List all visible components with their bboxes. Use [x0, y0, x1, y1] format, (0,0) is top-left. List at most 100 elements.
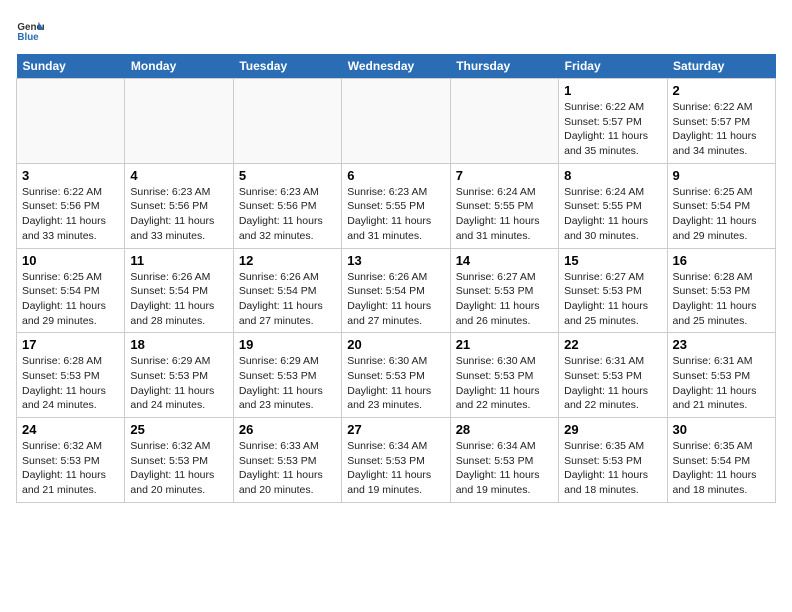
day-cell — [125, 79, 233, 164]
day-cell: 24 Sunrise: 6:32 AM Sunset: 5:53 PM Dayli… — [17, 418, 125, 503]
day-info: Sunrise: 6:22 AM Sunset: 5:57 PM Dayligh… — [564, 100, 661, 159]
day-info: Sunrise: 6:23 AM Sunset: 5:56 PM Dayligh… — [239, 185, 336, 244]
day-number: 3 — [22, 168, 119, 183]
week-row-3: 17 Sunrise: 6:28 AM Sunset: 5:53 PM Dayli… — [17, 333, 776, 418]
day-info: Sunrise: 6:24 AM Sunset: 5:55 PM Dayligh… — [564, 185, 661, 244]
day-number: 11 — [130, 253, 227, 268]
weekday-monday: Monday — [125, 54, 233, 79]
day-cell: 28 Sunrise: 6:34 AM Sunset: 5:53 PM Dayli… — [450, 418, 558, 503]
day-number: 4 — [130, 168, 227, 183]
day-cell: 10Sunrise: 6:25 AM Sunset: 5:54 PM Dayli… — [17, 248, 125, 333]
day-cell — [342, 79, 450, 164]
page-header: General Blue — [16, 16, 776, 44]
day-info: Sunrise: 6:22 AM Sunset: 5:56 PM Dayligh… — [22, 185, 119, 244]
day-info: Sunrise: 6:23 AM Sunset: 5:55 PM Dayligh… — [347, 185, 444, 244]
day-cell: 25 Sunrise: 6:32 AM Sunset: 5:53 PM Dayli… — [125, 418, 233, 503]
day-number: 26 — [239, 422, 336, 437]
day-cell: 30Sunrise: 6:35 AM Sunset: 5:54 PM Dayli… — [667, 418, 775, 503]
day-info: Sunrise: 6:27 AM Sunset: 5:53 PM Dayligh… — [456, 270, 553, 329]
day-number: 2 — [673, 83, 770, 98]
day-number: 23 — [673, 337, 770, 352]
day-cell: 8 Sunrise: 6:24 AM Sunset: 5:55 PM Daylig… — [559, 163, 667, 248]
day-cell: 11 Sunrise: 6:26 AM Sunset: 5:54 PM Dayli… — [125, 248, 233, 333]
day-cell: 13 Sunrise: 6:26 AM Sunset: 5:54 PM Dayli… — [342, 248, 450, 333]
day-cell: 22Sunrise: 6:31 AM Sunset: 5:53 PM Dayli… — [559, 333, 667, 418]
day-info: Sunrise: 6:27 AM Sunset: 5:53 PM Dayligh… — [564, 270, 661, 329]
day-info: Sunrise: 6:29 AM Sunset: 5:53 PM Dayligh… — [239, 354, 336, 413]
day-info: Sunrise: 6:26 AM Sunset: 5:54 PM Dayligh… — [347, 270, 444, 329]
day-cell: 27 Sunrise: 6:34 AM Sunset: 5:53 PM Dayli… — [342, 418, 450, 503]
day-number: 7 — [456, 168, 553, 183]
weekday-tuesday: Tuesday — [233, 54, 341, 79]
day-cell: 21 Sunrise: 6:30 AM Sunset: 5:53 PM Dayli… — [450, 333, 558, 418]
day-cell: 14 Sunrise: 6:27 AM Sunset: 5:53 PM Dayli… — [450, 248, 558, 333]
day-info: Sunrise: 6:29 AM Sunset: 5:53 PM Dayligh… — [130, 354, 227, 413]
day-info: Sunrise: 6:32 AM Sunset: 5:53 PM Dayligh… — [130, 439, 227, 498]
day-number: 1 — [564, 83, 661, 98]
weekday-sunday: Sunday — [17, 54, 125, 79]
weekday-saturday: Saturday — [667, 54, 775, 79]
day-cell: 4 Sunrise: 6:23 AM Sunset: 5:56 PM Daylig… — [125, 163, 233, 248]
day-number: 16 — [673, 253, 770, 268]
day-number: 13 — [347, 253, 444, 268]
day-info: Sunrise: 6:31 AM Sunset: 5:53 PM Dayligh… — [673, 354, 770, 413]
day-cell — [17, 79, 125, 164]
week-row-0: 1 Sunrise: 6:22 AM Sunset: 5:57 PM Daylig… — [17, 79, 776, 164]
day-info: Sunrise: 6:25 AM Sunset: 5:54 PM Dayligh… — [673, 185, 770, 244]
day-info: Sunrise: 6:35 AM Sunset: 5:53 PM Dayligh… — [564, 439, 661, 498]
day-number: 20 — [347, 337, 444, 352]
day-cell: 6 Sunrise: 6:23 AM Sunset: 5:55 PM Daylig… — [342, 163, 450, 248]
day-info: Sunrise: 6:28 AM Sunset: 5:53 PM Dayligh… — [22, 354, 119, 413]
day-info: Sunrise: 6:22 AM Sunset: 5:57 PM Dayligh… — [673, 100, 770, 159]
day-number: 29 — [564, 422, 661, 437]
day-info: Sunrise: 6:31 AM Sunset: 5:53 PM Dayligh… — [564, 354, 661, 413]
day-info: Sunrise: 6:32 AM Sunset: 5:53 PM Dayligh… — [22, 439, 119, 498]
weekday-wednesday: Wednesday — [342, 54, 450, 79]
day-info: Sunrise: 6:30 AM Sunset: 5:53 PM Dayligh… — [456, 354, 553, 413]
day-number: 17 — [22, 337, 119, 352]
day-number: 19 — [239, 337, 336, 352]
day-cell: 1 Sunrise: 6:22 AM Sunset: 5:57 PM Daylig… — [559, 79, 667, 164]
day-cell: 29 Sunrise: 6:35 AM Sunset: 5:53 PM Dayli… — [559, 418, 667, 503]
day-cell: 20 Sunrise: 6:30 AM Sunset: 5:53 PM Dayli… — [342, 333, 450, 418]
day-number: 27 — [347, 422, 444, 437]
day-info: Sunrise: 6:23 AM Sunset: 5:56 PM Dayligh… — [130, 185, 227, 244]
day-cell — [233, 79, 341, 164]
day-cell: 2 Sunrise: 6:22 AM Sunset: 5:57 PM Daylig… — [667, 79, 775, 164]
day-info: Sunrise: 6:25 AM Sunset: 5:54 PM Dayligh… — [22, 270, 119, 329]
day-number: 15 — [564, 253, 661, 268]
week-row-4: 24 Sunrise: 6:32 AM Sunset: 5:53 PM Dayli… — [17, 418, 776, 503]
day-number: 25 — [130, 422, 227, 437]
day-cell: 18Sunrise: 6:29 AM Sunset: 5:53 PM Dayli… — [125, 333, 233, 418]
day-cell: 3 Sunrise: 6:22 AM Sunset: 5:56 PM Daylig… — [17, 163, 125, 248]
day-cell: 5 Sunrise: 6:23 AM Sunset: 5:56 PM Daylig… — [233, 163, 341, 248]
day-cell: 9 Sunrise: 6:25 AM Sunset: 5:54 PM Daylig… — [667, 163, 775, 248]
day-number: 24 — [22, 422, 119, 437]
day-number: 30 — [673, 422, 770, 437]
logo: General Blue — [16, 16, 48, 44]
weekday-header: SundayMondayTuesdayWednesdayThursdayFrid… — [17, 54, 776, 79]
day-info: Sunrise: 6:26 AM Sunset: 5:54 PM Dayligh… — [239, 270, 336, 329]
day-number: 28 — [456, 422, 553, 437]
day-info: Sunrise: 6:33 AM Sunset: 5:53 PM Dayligh… — [239, 439, 336, 498]
day-cell: 12Sunrise: 6:26 AM Sunset: 5:54 PM Dayli… — [233, 248, 341, 333]
day-cell: 16 Sunrise: 6:28 AM Sunset: 5:53 PM Dayli… — [667, 248, 775, 333]
day-number: 14 — [456, 253, 553, 268]
day-info: Sunrise: 6:34 AM Sunset: 5:53 PM Dayligh… — [347, 439, 444, 498]
day-info: Sunrise: 6:30 AM Sunset: 5:53 PM Dayligh… — [347, 354, 444, 413]
day-cell — [450, 79, 558, 164]
day-info: Sunrise: 6:28 AM Sunset: 5:53 PM Dayligh… — [673, 270, 770, 329]
day-number: 6 — [347, 168, 444, 183]
day-number: 21 — [456, 337, 553, 352]
day-cell: 17 Sunrise: 6:28 AM Sunset: 5:53 PM Dayli… — [17, 333, 125, 418]
day-cell: 19 Sunrise: 6:29 AM Sunset: 5:53 PM Dayli… — [233, 333, 341, 418]
day-cell: 7Sunrise: 6:24 AM Sunset: 5:55 PM Daylig… — [450, 163, 558, 248]
calendar-body: 1 Sunrise: 6:22 AM Sunset: 5:57 PM Daylig… — [17, 79, 776, 503]
day-info: Sunrise: 6:26 AM Sunset: 5:54 PM Dayligh… — [130, 270, 227, 329]
day-number: 9 — [673, 168, 770, 183]
day-number: 8 — [564, 168, 661, 183]
logo-icon: General Blue — [16, 16, 44, 44]
day-info: Sunrise: 6:34 AM Sunset: 5:53 PM Dayligh… — [456, 439, 553, 498]
day-number: 5 — [239, 168, 336, 183]
day-cell: 23 Sunrise: 6:31 AM Sunset: 5:53 PM Dayli… — [667, 333, 775, 418]
